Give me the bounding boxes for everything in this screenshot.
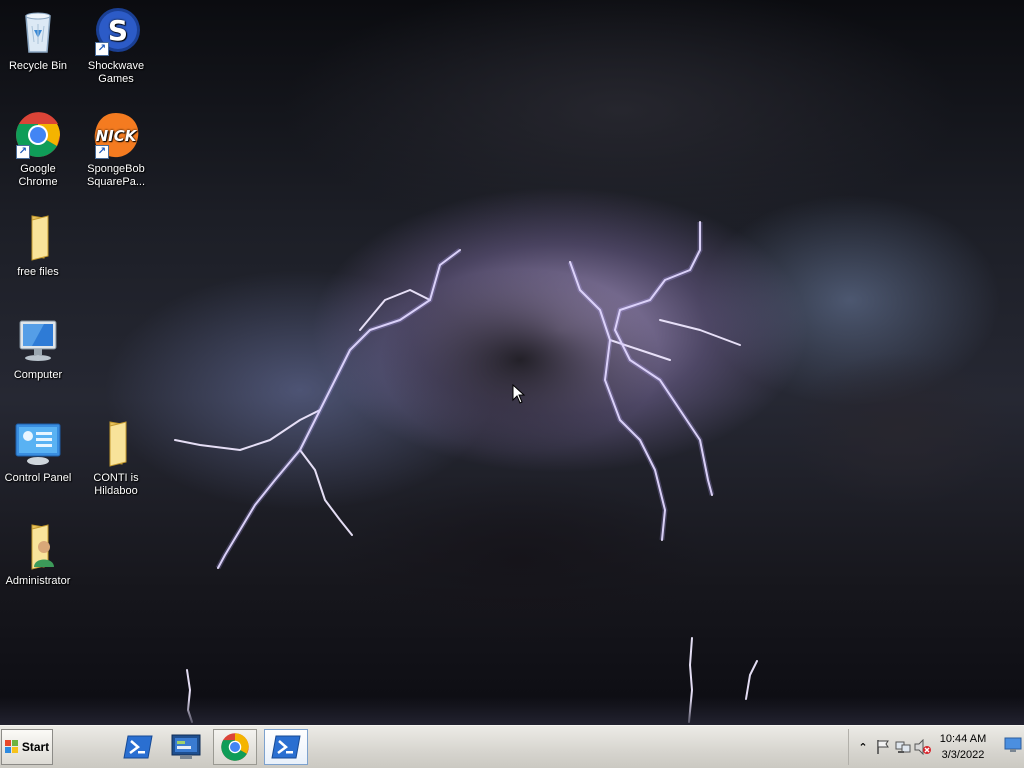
desktop-icon-label: CONTI is Hildaboo xyxy=(93,472,139,497)
windows-logo-icon xyxy=(4,740,18,753)
chrome-icon: ↗ xyxy=(14,111,62,159)
desktop-icon-control-panel[interactable]: Control Panel xyxy=(0,420,76,485)
desktop-icon-label: Google Chrome xyxy=(18,163,58,188)
computer-icon xyxy=(14,317,62,365)
folder-icon xyxy=(92,420,140,468)
desktop-icon-administrator[interactable]: Administrator xyxy=(0,523,76,588)
desktop-icon-shockwave-games[interactable]: S ↗ Shockwave Games xyxy=(78,8,154,86)
chrome-icon xyxy=(221,733,249,761)
taskbar: Start ⌃ 10:44 AM 3/3/2022 xyxy=(0,725,1024,768)
desktop-icon-label: Computer xyxy=(13,369,63,381)
powershell-icon xyxy=(271,735,301,759)
user-folder-icon xyxy=(14,523,62,571)
network-icon[interactable] xyxy=(893,737,913,757)
server-manager-taskbar-button[interactable] xyxy=(164,729,208,765)
shockwave-icon: S ↗ xyxy=(92,8,140,56)
shortcut-arrow-icon: ↗ xyxy=(16,145,30,159)
desktop-icon-label: Administrator xyxy=(5,575,71,587)
mouse-cursor xyxy=(512,383,526,404)
action-center-flag-icon[interactable] xyxy=(873,737,893,757)
nick-icon: NICK ↗ xyxy=(92,111,140,159)
desktop-icon-label: Shockwave Games xyxy=(87,60,145,85)
desktop-icon-google-chrome[interactable]: ↗ Google Chrome xyxy=(0,111,76,189)
shockwave-badge-text: S xyxy=(108,14,128,47)
desktop-icon-spongebob[interactable]: NICK ↗ SpongeBob SquarePa... xyxy=(78,111,154,189)
chrome-taskbar-button[interactable] xyxy=(213,729,257,765)
lightning-wallpaper xyxy=(174,221,758,723)
control-panel-icon xyxy=(14,420,62,468)
start-button[interactable]: Start xyxy=(1,729,53,765)
folder-icon xyxy=(14,214,62,262)
desktop-icon-label: SpongeBob SquarePa... xyxy=(86,163,146,188)
desktop-icon-recycle-bin[interactable]: Recycle Bin xyxy=(0,8,76,73)
clock-time: 10:44 AM xyxy=(939,733,987,745)
desktop-icon-label: Recycle Bin xyxy=(8,60,68,72)
desktop-icon-computer[interactable]: Computer xyxy=(0,317,76,382)
powershell-icon xyxy=(123,735,153,759)
show-desktop-button[interactable] xyxy=(1004,737,1022,755)
start-label: Start xyxy=(21,740,50,754)
nick-badge-text: NICK xyxy=(96,127,138,145)
desktop-icon-free-files[interactable]: free files xyxy=(0,214,76,279)
desktop-icon-label: Control Panel xyxy=(4,472,72,484)
clock-date: 3/3/2022 xyxy=(941,749,985,761)
show-hidden-icons-button[interactable]: ⌃ xyxy=(853,737,873,757)
powershell-window-taskbar-button[interactable] xyxy=(264,729,308,765)
monitor-icon xyxy=(1004,737,1022,752)
desktop-background: Recycle Bin S ↗ Shockwave Games ↗ Google… xyxy=(0,0,1024,725)
server-manager-icon xyxy=(171,734,201,759)
chevron-up-icon: ⌃ xyxy=(858,741,868,754)
city-lights xyxy=(0,697,1024,725)
volume-muted-icon[interactable] xyxy=(913,737,933,757)
desktop-icon-label: free files xyxy=(17,266,59,278)
shortcut-arrow-icon: ↗ xyxy=(95,42,109,56)
recycle-bin-icon xyxy=(14,8,62,56)
system-tray: ⌃ 10:44 AM 3/3/2022 xyxy=(848,729,1024,765)
clock[interactable]: 10:44 AM 3/3/2022 xyxy=(933,731,993,763)
powershell-taskbar-button[interactable] xyxy=(116,729,160,765)
desktop-icon-conti-is-hildaboo[interactable]: CONTI is Hildaboo xyxy=(78,420,154,498)
shortcut-arrow-icon: ↗ xyxy=(95,145,109,159)
